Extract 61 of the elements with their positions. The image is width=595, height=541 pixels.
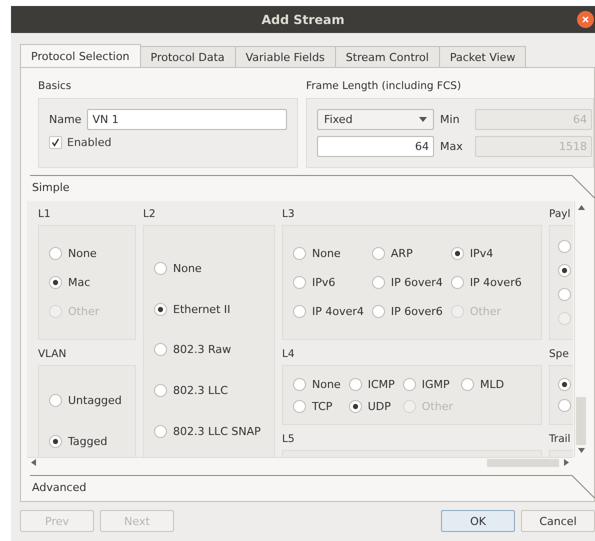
scroll-down-icon[interactable] — [578, 448, 585, 453]
radio-button[interactable]: IP 4over4 — [293, 304, 364, 320]
radio-button[interactable]: IGMP — [402, 376, 453, 392]
check-icon — [51, 138, 60, 147]
field-label: Name — [49, 113, 82, 126]
group-title: Payl — [549, 208, 572, 221]
scroll-up-icon[interactable] — [578, 205, 585, 210]
radio-button[interactable]: IP 4over6 — [450, 274, 522, 290]
field-label: Min — [440, 113, 461, 126]
tab[interactable]: Packet View — [438, 46, 526, 67]
scrollbar-thumb[interactable] — [576, 397, 586, 445]
group-title: L3 — [282, 208, 296, 221]
group-title: Trail — [549, 433, 572, 446]
radio-button[interactable]: MLD — [461, 376, 504, 392]
caret-icon — [419, 117, 428, 122]
scrollbar-thumb[interactable] — [487, 459, 559, 467]
section-title[interactable]: Advanced — [32, 480, 86, 494]
scroll-right-icon[interactable] — [564, 459, 569, 466]
enabled-checkbox[interactable]: Enabled — [49, 136, 288, 149]
radio-button[interactable]: Ethernet II — [154, 301, 261, 318]
radio-button[interactable]: None — [293, 376, 341, 392]
tab[interactable]: Protocol Selection — [20, 44, 141, 67]
radio-button[interactable]: Mac — [49, 274, 100, 290]
group-title: L2 — [143, 208, 157, 221]
mode-dropdown[interactable]: Fixed — [317, 109, 434, 130]
group-title: Frame Length (including FCS) — [306, 80, 462, 93]
close-icon — [582, 16, 589, 23]
scroll-left-icon[interactable] — [31, 459, 36, 466]
window-title: Add Stream — [261, 12, 344, 27]
close-button[interactable] — [577, 11, 594, 28]
radio-button[interactable]: Untagged — [49, 392, 122, 408]
radio-button[interactable]: ICMP — [348, 376, 395, 392]
radio-button[interactable]: ARP — [372, 245, 443, 262]
radio-button[interactable]: 802.3 LLC — [154, 382, 261, 399]
radio-button[interactable]: 802.3 LLC SNAP — [154, 423, 261, 440]
length-field[interactable]: 64 — [317, 136, 434, 157]
group-title: VLAN — [38, 348, 68, 361]
radio-button[interactable]: IPv4 — [450, 245, 522, 262]
radio-button[interactable]: Tagged — [49, 433, 122, 449]
tab[interactable]: Stream Control — [334, 46, 440, 67]
group-title: Spe — [549, 348, 570, 361]
radio-button[interactable]: IPv6 — [293, 274, 364, 290]
dialog-button[interactable]: Cancel — [521, 510, 595, 532]
radio-button[interactable]: None — [154, 260, 261, 277]
group-title: L4 — [282, 348, 296, 361]
name-field[interactable]: VN 1 — [87, 109, 288, 130]
radio-button[interactable]: UDP — [348, 398, 395, 414]
tab[interactable]: Protocol Data — [140, 46, 236, 67]
radio-button[interactable]: IP 6over6 — [372, 304, 443, 320]
section-title[interactable]: Simple — [32, 180, 70, 194]
dialog-button[interactable]: OK — [441, 510, 515, 532]
group-title: Basics — [38, 80, 72, 93]
radio-button[interactable]: None — [293, 245, 364, 262]
radio-button[interactable]: None — [49, 245, 100, 262]
radio-button[interactable]: TCP — [293, 398, 341, 414]
field-label: Max — [440, 140, 464, 153]
group-title: L5 — [282, 433, 296, 446]
group-title: L1 — [38, 208, 52, 221]
tab[interactable]: Variable Fields — [234, 46, 336, 67]
radio-button[interactable]: IP 6over4 — [372, 274, 443, 290]
radio-button[interactable]: 802.3 Raw — [154, 342, 261, 358]
